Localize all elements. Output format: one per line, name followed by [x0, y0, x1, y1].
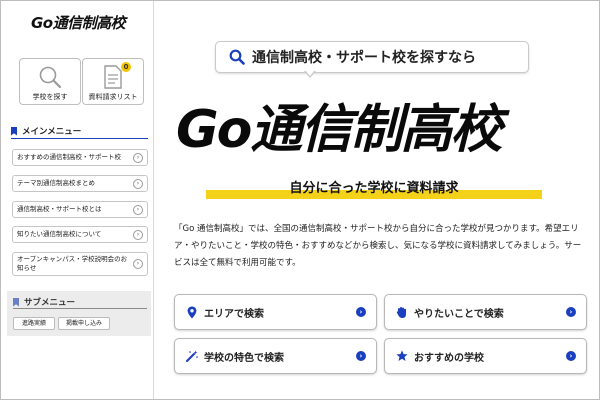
area-search-button[interactable]: エリアで検索 ›: [174, 294, 377, 330]
arrow-right-icon: ›: [356, 307, 366, 317]
menu-item-recommended[interactable]: おすすめの通信制高校・サポート校 ›: [12, 149, 148, 166]
arrow-right-icon: ›: [356, 351, 366, 361]
menu-item-label: 知りたい通信制高校について: [17, 230, 102, 238]
main-content: 通信制高校・サポート校を探すなら Go通信制高校 自分に合った学校に資料請求 「…: [154, 1, 599, 399]
document-icon: [83, 63, 143, 91]
search-school-button[interactable]: 学校を探す: [19, 58, 81, 105]
recommended-schools-label: おすすめの学校: [414, 352, 484, 364]
menu-item-about[interactable]: 通信制高校・サポート校とは ›: [12, 201, 148, 218]
sub-menu: サブメニュー 進路実績 掲載申し込み: [7, 291, 151, 336]
interest-search-label: やりたいことで検索: [414, 308, 504, 320]
chevron-right-icon: ›: [133, 204, 143, 215]
menu-item-themes[interactable]: テーマ別通信制高校まとめ ›: [12, 175, 148, 192]
chevron-right-icon: ›: [133, 152, 143, 163]
hand-icon: [396, 305, 408, 319]
star-icon: [396, 349, 408, 363]
search-school-label: 学校を探す: [32, 93, 68, 101]
sidebar: Go通信制高校 学校を探す 0 資料請求リスト メインメニュー おすすめの通信制…: [1, 1, 154, 399]
interest-search-button[interactable]: やりたいことで検索 ›: [384, 294, 587, 330]
main-menu-heading: メインメニュー: [11, 125, 81, 137]
menu-item-label: オープンキャンパス・学校説明会のお知らせ: [17, 255, 128, 272]
sub-menu-divider: [13, 308, 147, 309]
main-menu-title: メインメニュー: [22, 127, 82, 137]
page-frame: Go通信制高校 学校を探す 0 資料請求リスト メインメニュー おすすめの通信制…: [0, 0, 600, 400]
menu-item-label: おすすめの通信制高校・サポート校: [17, 153, 121, 161]
search-prompt-banner[interactable]: 通信制高校・サポート校を探すなら: [215, 41, 529, 73]
request-list-button[interactable]: 0 資料請求リスト: [82, 58, 144, 105]
search-icon: [229, 49, 245, 65]
chevron-right-icon: ›: [133, 178, 143, 189]
arrow-right-icon: ›: [566, 307, 576, 317]
magnifier-icon: [20, 63, 80, 91]
feature-search-button[interactable]: 学校の特色で検索 ›: [174, 338, 377, 374]
menu-item-label: 通信制高校・サポート校とは: [17, 205, 102, 213]
tagline: 自分に合った学校に資料請求: [289, 181, 459, 196]
menu-item-open-campus[interactable]: オープンキャンパス・学校説明会のお知らせ ›: [12, 252, 148, 276]
sub-menu-heading: サブメニュー: [13, 296, 75, 308]
menu-item-learn-more[interactable]: 知りたい通信制高校について ›: [12, 226, 148, 243]
magic-wand-icon: [186, 349, 198, 363]
bookmark-icon: [11, 126, 17, 136]
search-prompt-text: 通信制高校・サポート校を探すなら: [252, 50, 476, 66]
listing-application-button[interactable]: 掲載申し込み: [58, 317, 110, 330]
intro-description: 「Go 通信制高校」では、全国の通信制高校・サポート校から自分に合った学校が見つ…: [174, 224, 582, 268]
request-list-label: 資料請求リスト: [88, 93, 138, 101]
recommended-schools-button[interactable]: おすすめの学校 ›: [384, 338, 587, 374]
feature-search-label: 学校の特色で検索: [204, 352, 284, 364]
main-menu-divider: [11, 138, 148, 139]
career-results-button[interactable]: 進路実績: [13, 317, 55, 330]
sub-menu-title: サブメニュー: [24, 298, 76, 308]
speech-tail-inner: [305, 70, 315, 76]
arrow-right-icon: ›: [566, 351, 576, 361]
hero-title: Go通信制高校: [176, 100, 502, 160]
map-pin-icon: [186, 305, 198, 319]
chevron-right-icon: ›: [133, 259, 143, 269]
request-count-badge: 0: [121, 62, 131, 72]
bookmark-icon: [13, 297, 19, 307]
site-logo[interactable]: Go通信制高校: [31, 12, 126, 33]
area-search-label: エリアで検索: [204, 308, 264, 320]
chevron-right-icon: ›: [133, 229, 143, 240]
menu-item-label: テーマ別通信制高校まとめ: [17, 179, 95, 187]
